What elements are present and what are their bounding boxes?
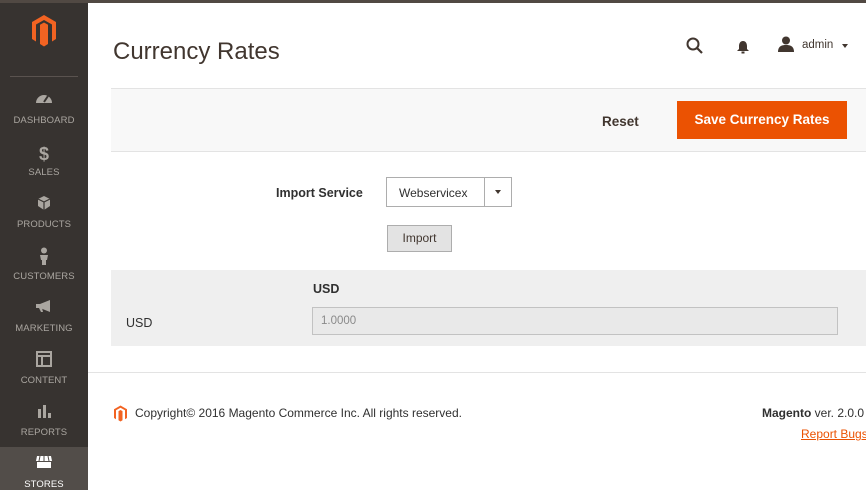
reset-button[interactable]: Reset — [602, 111, 639, 131]
import-button[interactable]: Import — [387, 225, 452, 252]
admin-sidebar: DASHBOARD $ SALES PRODUCTS CUSTOMERS MAR… — [0, 3, 88, 490]
sidebar-item-label: REPORTS — [20, 427, 68, 438]
chevron-down-icon — [495, 190, 501, 194]
rate-input-usd-usd[interactable]: 1.0000 — [312, 307, 838, 335]
sidebar-item-sales[interactable]: $ SALES — [0, 135, 88, 189]
report-bugs-link[interactable]: Report Bugs — [801, 427, 866, 441]
sidebar-item-label: STORES — [24, 479, 64, 490]
sidebar-item-label: DASHBOARD — [13, 115, 75, 126]
user-menu-label[interactable]: admin — [802, 39, 833, 51]
sidebar-item-label: CONTENT — [20, 375, 68, 386]
dashboard-icon — [0, 91, 88, 115]
import-service-label: Import Service — [276, 186, 363, 200]
rate-column-header: USD — [313, 282, 340, 296]
search-icon[interactable] — [686, 37, 704, 55]
sidebar-item-reports[interactable]: REPORTS — [0, 395, 88, 449]
sidebar-item-dashboard[interactable]: DASHBOARD — [0, 83, 88, 137]
top-border — [0, 0, 866, 8]
person-icon — [0, 247, 88, 271]
import-service-select[interactable]: Webservicex — [386, 177, 512, 207]
magento-logo[interactable] — [0, 3, 88, 77]
chevron-down-icon[interactable] — [842, 44, 848, 48]
import-service-value: Webservicex — [399, 186, 468, 200]
footer-divider — [88, 372, 866, 373]
sidebar-item-label: PRODUCTS — [16, 219, 72, 230]
bell-icon[interactable] — [736, 40, 750, 54]
dollar-icon: $ — [38, 144, 49, 164]
admin-page: DASHBOARD $ SALES PRODUCTS CUSTOMERS MAR… — [0, 0, 866, 490]
sidebar-item-stores[interactable]: STORES — [0, 447, 88, 490]
magento-footer-logo — [113, 405, 128, 422]
sidebar-item-label: CUSTOMERS — [13, 271, 75, 282]
megaphone-icon — [0, 299, 88, 323]
bar-chart-icon — [0, 403, 88, 427]
select-divider — [484, 178, 485, 206]
rate-row-header: USD — [126, 316, 153, 330]
sidebar-item-customers[interactable]: CUSTOMERS — [0, 239, 88, 293]
copyright-text: Copyright© 2016 Magento Commerce Inc. Al… — [135, 406, 462, 420]
sidebar-item-products[interactable]: PRODUCTS — [0, 187, 88, 241]
sidebar-item-label: MARKETING — [15, 323, 73, 334]
sidebar-item-label: SALES — [28, 167, 60, 178]
box-icon — [0, 195, 88, 219]
version-number: ver. 2.0.0 — [811, 406, 865, 420]
layout-icon — [0, 351, 88, 375]
user-icon[interactable] — [777, 36, 795, 52]
version-brand: Magento — [762, 406, 812, 420]
store-icon — [0, 455, 88, 479]
page-title: Currency Rates — [113, 38, 280, 65]
logo-divider — [10, 76, 78, 77]
sidebar-item-content[interactable]: CONTENT — [0, 343, 88, 397]
sidebar-item-marketing[interactable]: MARKETING — [0, 291, 88, 345]
save-currency-rates-button[interactable]: Save Currency Rates — [677, 101, 847, 139]
version-text: Magento ver. 2.0.0 — [762, 406, 864, 420]
